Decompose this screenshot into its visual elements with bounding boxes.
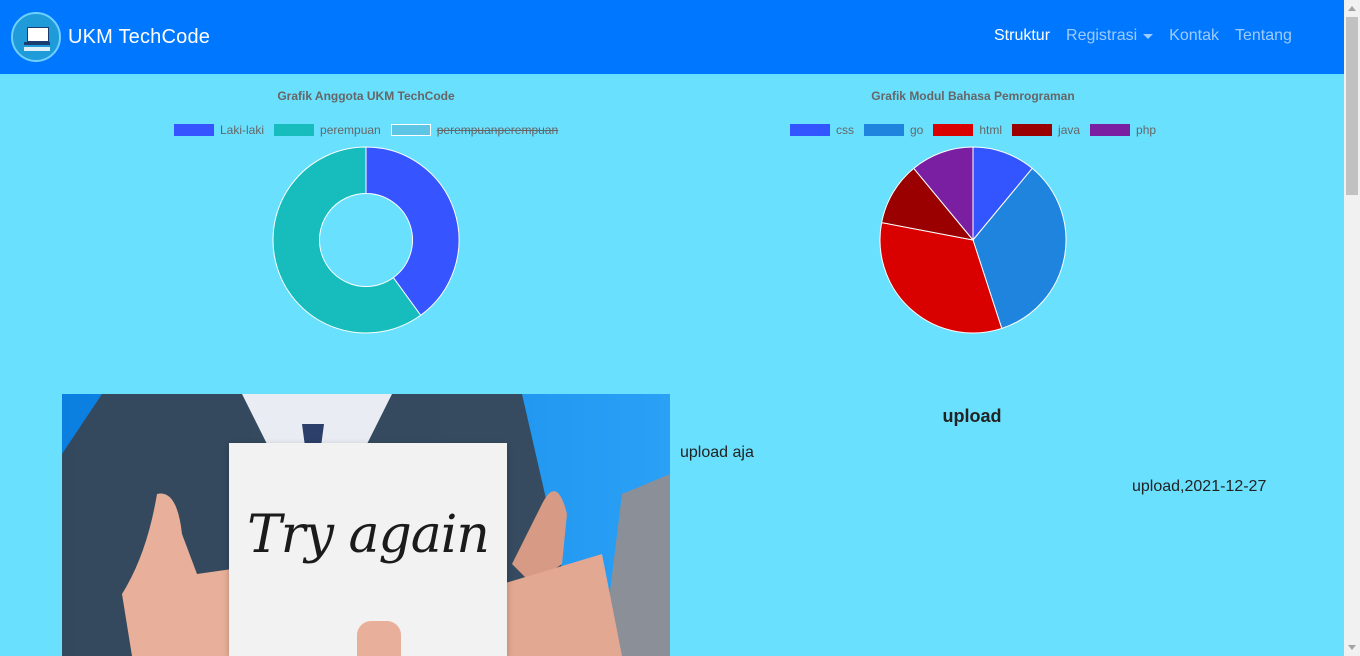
- legend-label: html: [979, 123, 1003, 137]
- caret-down-icon: [1143, 33, 1154, 39]
- nav-link-label: Registrasi: [1066, 27, 1138, 44]
- post-meta: upload,2021-12-27: [1132, 478, 1267, 495]
- nav-link-label: Struktur: [994, 27, 1051, 44]
- brand-logo: [11, 12, 61, 62]
- nav-link-label: Tentang: [1234, 27, 1292, 44]
- post-description: upload aja: [680, 444, 754, 461]
- chart-title-modul: Grafik Modul Bahasa Pemrograman: [871, 89, 1075, 103]
- legend-item-css[interactable]: css: [790, 123, 854, 137]
- nav-dropdown-registrasi[interactable]: Registrasi: [1066, 27, 1154, 45]
- legend-label: go: [910, 123, 924, 137]
- legend-item-go[interactable]: go: [864, 123, 923, 137]
- legend-item-perempuanperempuan[interactable]: perempuanperempuan: [390, 123, 559, 137]
- try-again-text: Try again: [247, 505, 490, 565]
- legend-item-php[interactable]: php: [1090, 123, 1156, 137]
- pie-chart-modul: [879, 146, 1067, 334]
- nav-link-label: Kontak: [1169, 27, 1219, 44]
- legend-modul: css go html java php: [790, 123, 1166, 137]
- post-title: upload: [942, 406, 1002, 426]
- brand-link[interactable]: UKM TechCode: [11, 12, 210, 62]
- legend-label: php: [1136, 123, 1157, 137]
- nav-menu: Struktur Registrasi Kontak Tentang: [994, 27, 1308, 45]
- navbar: UKM TechCode Struktur Registrasi Kontak …: [0, 0, 1344, 74]
- legend-item-html[interactable]: html: [933, 123, 1002, 137]
- legend-item-java[interactable]: java: [1012, 123, 1080, 137]
- scrollbar-thumb[interactable]: [1346, 17, 1358, 195]
- legend-label: perempuan: [320, 123, 381, 137]
- legend-item-laki-laki[interactable]: Laki-laki: [174, 123, 264, 137]
- nav-link-tentang[interactable]: Tentang: [1235, 27, 1292, 45]
- post-image: Try again: [62, 394, 670, 656]
- legend-item-perempuan[interactable]: perempuan: [274, 123, 381, 137]
- scroll-up-arrow-icon[interactable]: [1348, 6, 1356, 11]
- try-again-card: Try again: [229, 443, 507, 656]
- chart-title-anggota: Grafik Anggota UKM TechCode: [277, 89, 455, 103]
- vertical-scrollbar[interactable]: [1344, 0, 1360, 656]
- scroll-down-arrow-icon[interactable]: [1348, 645, 1356, 650]
- legend-anggota: Laki-laki perempuan perempuanperempuan: [174, 123, 568, 137]
- legend-label: perempuanperempuan: [436, 123, 559, 137]
- doughnut-chart-anggota: [272, 146, 460, 334]
- legend-label: Laki-laki: [220, 123, 265, 137]
- legend-label: java: [1058, 123, 1081, 137]
- nav-link-struktur[interactable]: Struktur: [994, 27, 1050, 45]
- legend-label: css: [836, 123, 854, 137]
- brand-name[interactable]: UKM TechCode: [68, 26, 210, 49]
- nav-link-kontak[interactable]: Kontak: [1169, 27, 1219, 45]
